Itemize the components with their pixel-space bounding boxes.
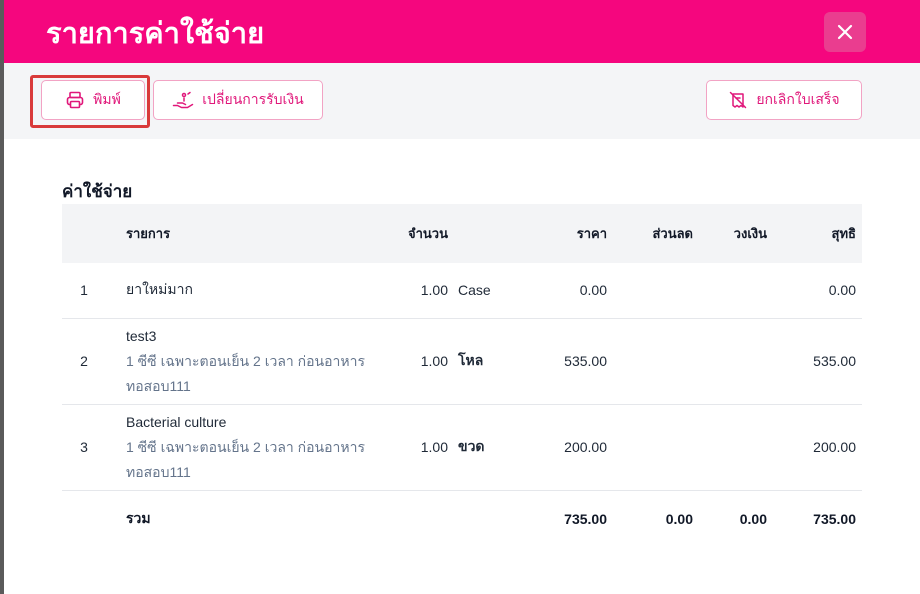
row-index: 3	[80, 439, 88, 455]
row-price: 535.00	[564, 353, 607, 369]
row-net: 0.00	[828, 282, 856, 299]
row-index: 1	[80, 282, 88, 299]
row-index: 2	[80, 353, 88, 369]
row-item-cell: test3 1 ซีซี เฉพาะตอนเย็น 2 เวลา ก่อนอาห…	[114, 318, 388, 404]
row-discount	[607, 263, 693, 318]
row-item-detail: 1 ซีซี เฉพาะตอนเย็น 2 เวลา ก่อนอาหาร	[126, 438, 366, 455]
cancel-receipt-button-label: ยกเลิกใบเสร็จ	[756, 91, 840, 107]
row-item-detail: 1 ซีซี เฉพาะตอนเย็น 2 เวลา ก่อนอาหาร	[126, 352, 366, 369]
print-button[interactable]: พิมพ์	[41, 80, 145, 120]
col-net: สุทธิ	[831, 226, 856, 241]
row-discount	[607, 404, 693, 490]
close-button[interactable]	[824, 12, 866, 52]
total-quantity-cell	[388, 490, 448, 547]
row-price: 200.00	[564, 439, 607, 455]
row-item-name: ยาใหม่มาก	[126, 281, 193, 298]
row-quantity: 1.00	[420, 353, 448, 369]
change-payment-button[interactable]: เปลี่ยนการรับเงิน	[153, 80, 323, 120]
expenses-table: รายการ จำนวน ราคา ส่วนลด วงเงิน สุทธิ 1 …	[62, 204, 862, 547]
close-icon	[837, 24, 853, 40]
total-index-cell	[62, 490, 114, 547]
print-button-label: พิมพ์	[93, 91, 121, 107]
total-unit-cell	[448, 490, 508, 547]
row-unit: โหล	[458, 352, 484, 368]
row-limit	[693, 263, 767, 318]
cancel-receipt-button[interactable]: ยกเลิกใบเสร็จ	[706, 80, 862, 120]
row-net: 535.00	[813, 353, 856, 369]
row-unit: Case	[458, 282, 491, 299]
row-item-name: Bacterial culture	[126, 413, 227, 430]
row-quantity: 1.00	[420, 282, 448, 299]
col-discount: ส่วนลด	[652, 226, 693, 241]
table-row: 1 ยาใหม่มาก 1.00 Case 0.00 0.00	[62, 263, 862, 318]
total-price: 735.00	[564, 510, 607, 527]
table-row: 3 Bacterial culture 1 ซีซี เฉพาะตอนเย็น …	[62, 404, 862, 490]
row-item-note: ทอสอบ111	[126, 463, 191, 480]
col-unit	[448, 204, 508, 263]
row-item-name: test3	[126, 327, 157, 344]
modal-header: รายการค่าใช้จ่าย	[4, 0, 920, 63]
row-quantity: 1.00	[420, 439, 448, 455]
hand-coins-icon	[173, 91, 194, 109]
col-limit: วงเงิน	[733, 226, 767, 241]
total-net: 735.00	[813, 510, 856, 527]
row-unit: ขวด	[458, 438, 485, 454]
total-discount: 0.00	[665, 510, 693, 527]
total-limit: 0.00	[739, 510, 767, 527]
row-limit	[693, 404, 767, 490]
col-quantity: จำนวน	[408, 226, 448, 241]
total-row: รวม 735.00 0.00 0.00 735.00	[62, 490, 862, 547]
col-index	[62, 204, 114, 263]
col-item: รายการ	[126, 226, 171, 241]
row-item-note: ทอสอบ111	[126, 377, 191, 394]
modal-title: รายการค่าใช้จ่าย	[46, 18, 265, 50]
receipt-off-icon	[730, 91, 747, 109]
col-price: ราคา	[576, 226, 607, 241]
printer-icon	[66, 91, 84, 109]
expenses-section-title: ค่าใช้จ่าย	[62, 182, 133, 201]
table-header-row: รายการ จำนวน ราคา ส่วนลด วงเงิน สุทธิ	[62, 204, 862, 263]
row-item-cell: Bacterial culture 1 ซีซี เฉพาะตอนเย็น 2 …	[114, 404, 388, 490]
row-price: 0.00	[579, 282, 607, 299]
change-payment-button-label: เปลี่ยนการรับเงิน	[202, 91, 304, 107]
row-limit	[693, 318, 767, 404]
total-label: รวม	[126, 509, 151, 526]
row-discount	[607, 318, 693, 404]
row-net: 200.00	[813, 439, 856, 455]
table-row: 2 test3 1 ซีซี เฉพาะตอนเย็น 2 เวลา ก่อนอ…	[62, 318, 862, 404]
